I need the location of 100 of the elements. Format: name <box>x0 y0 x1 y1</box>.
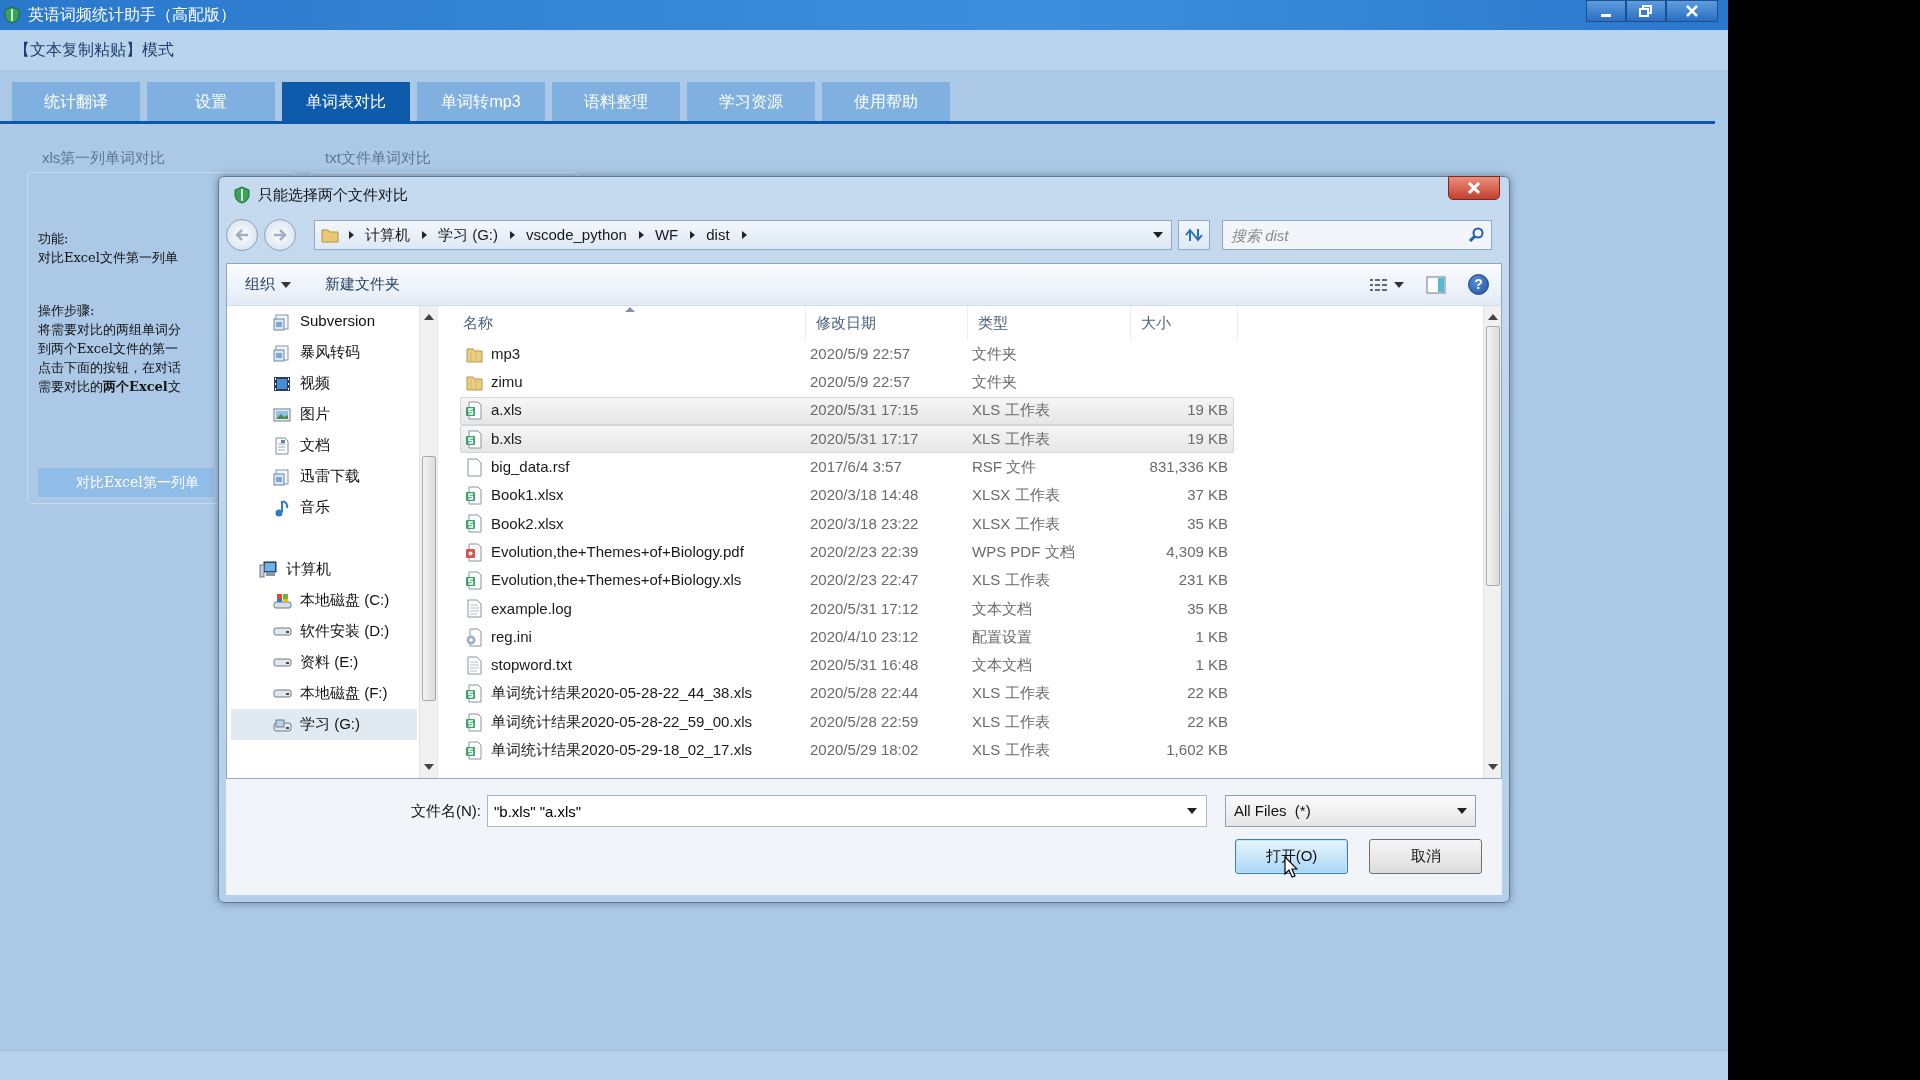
file-row[interactable]: Book2.xlsx 2020/3/18 23:22 XLSX 工作表 35 KB <box>460 509 1234 539</box>
restore-button[interactable] <box>1626 0 1666 22</box>
close-icon <box>1685 5 1699 17</box>
view-button[interactable] <box>1370 277 1404 292</box>
file-size: 37 KB <box>1186 485 1229 506</box>
file-size: 231 KB <box>1177 570 1229 591</box>
file-type: XLS 工作表 <box>971 570 1051 591</box>
text-file-icon <box>465 655 483 675</box>
drive-icon <box>273 627 292 636</box>
description-text: 需要对比的两个Excel文 <box>38 378 181 396</box>
file-row[interactable]: Evolution,the+Themes+of+Biology.pdf 2020/2/23 22:39 WPS PDF 文档 4,309 KB <box>460 538 1234 567</box>
library-icon <box>273 343 292 362</box>
nav-item[interactable]: 学习 (G:) <box>231 709 417 740</box>
close-button[interactable] <box>1666 0 1718 22</box>
spreadsheet-icon <box>465 514 483 534</box>
description-text: 到两个Excel文件的第一 <box>38 340 178 358</box>
file-row[interactable]: b.xls 2020/5/31 17:17 XLS 工作表 19 KB <box>460 424 1234 454</box>
view-list-icon <box>1370 277 1388 292</box>
help-button[interactable]: ? <box>1468 274 1489 295</box>
nav-item[interactable]: 软件安装 (D:) <box>231 616 417 647</box>
file-row[interactable]: 单词统计结果2020-05-28-22_59_00.xls 2020/5/28 22:59 XLS 工作表 22 KB <box>460 707 1234 737</box>
chevron-icon <box>739 229 748 241</box>
close-icon <box>1466 182 1482 194</box>
mode-label: 【文本复制粘贴】模式 <box>14 40 174 60</box>
file-size: 831,336 KB <box>1148 457 1229 478</box>
nav-item[interactable]: 视频 <box>231 368 417 399</box>
file-row[interactable]: zimu 2020/5/9 22:57 文件夹 <box>460 368 1234 397</box>
picture-icon <box>273 405 292 424</box>
file-size: 35 KB <box>1186 598 1229 619</box>
breadcrumb-item[interactable]: 学习 (G:) <box>436 223 500 247</box>
file-name: Evolution,the+Themes+of+Biology.xls <box>491 570 742 591</box>
organize-button[interactable]: 组织 <box>245 273 291 296</box>
description-text: 将需要对比的两组单词分 <box>38 321 181 339</box>
caret-icon <box>1394 281 1404 288</box>
breadcrumb-item[interactable]: dist <box>704 223 732 247</box>
nav-item[interactable]: 资料 (E:) <box>231 647 417 678</box>
file-name: reg.ini <box>491 626 532 647</box>
nav-item[interactable]: 迅雷下载 <box>231 461 417 492</box>
file-size: 1 KB <box>1194 655 1229 676</box>
drive-icon <box>273 658 292 667</box>
file-name: mp3 <box>491 343 521 364</box>
tab[interactable]: 单词表对比 <box>282 82 410 121</box>
preview-pane-icon <box>1426 275 1446 294</box>
modified-date: 2020/5/9 22:57 <box>809 372 912 393</box>
file-row[interactable]: Evolution,the+Themes+of+Biology.xls 2020/2/23 22:47 XLS 工作表 231 KB <box>460 566 1234 595</box>
file-row[interactable]: example.log 2020/5/31 17:12 文本文档 35 KB <box>460 594 1234 623</box>
nav-item[interactable]: 音乐 <box>231 492 417 523</box>
file-size: 1,602 KB <box>1165 740 1229 761</box>
new-folder-button[interactable]: 新建文件夹 <box>325 273 400 296</box>
file-row[interactable]: reg.ini 2020/4/10 23:12 配置设置 1 KB <box>460 622 1234 652</box>
refresh-button[interactable] <box>1178 220 1210 250</box>
file-row[interactable]: 单词统计结果2020-05-29-18_02_17.xls 2020/5/29 18:02 XLS 工作表 1,602 KB <box>460 736 1234 765</box>
file-type-select[interactable]: All Files (*) <box>1225 795 1476 827</box>
description-text: 对比Excel文件第一列单 <box>38 249 178 267</box>
scroll-up-arrow-icon[interactable] <box>423 314 434 320</box>
close-button[interactable] <box>1448 176 1500 200</box>
scrollbar[interactable] <box>419 306 437 778</box>
modified-date: 2020/3/18 23:22 <box>809 513 920 534</box>
filename-field[interactable]: "b.xls" "a.xls" <box>487 795 1207 827</box>
column-header[interactable]: 类型 <box>968 306 1131 340</box>
scroll-up-arrow-icon[interactable] <box>1487 314 1498 320</box>
group-title: txt文件单词对比 <box>324 151 431 165</box>
modified-date: 2020/3/18 14:48 <box>809 485 920 506</box>
file-type: WPS PDF 文档 <box>971 541 1076 562</box>
description-text: 点击下面的按钮，在对话 <box>38 359 181 377</box>
scrollbar[interactable] <box>1483 306 1501 778</box>
file-size: 1 KB <box>1194 626 1229 647</box>
modified-date: 2020/2/23 22:47 <box>809 570 920 591</box>
search-field[interactable]: 搜索 dist <box>1222 220 1492 250</box>
cancel-button[interactable]: 取消 <box>1369 839 1482 874</box>
file-name: Book1.xlsx <box>491 485 564 506</box>
nav-item[interactable]: 本地磁盘 (F:) <box>231 678 417 709</box>
breadcrumb-item[interactable]: WF <box>652 223 681 247</box>
breadcrumb-item[interactable]: vscode_python <box>524 223 629 247</box>
file-name: a.xls <box>491 400 522 421</box>
nav-item[interactable]: 暴风转码 <box>231 337 417 368</box>
minimize-button[interactable] <box>1586 0 1626 22</box>
file-row[interactable]: stopword.txt 2020/5/31 16:48 文本文档 1 KB <box>460 651 1234 680</box>
nav-item[interactable]: Subversion <box>231 306 417 337</box>
file-row[interactable]: Book1.xlsx 2020/3/18 14:48 XLSX 工作表 37 KB <box>460 481 1234 510</box>
file-row[interactable]: a.xls 2020/5/31 17:15 XLS 工作表 19 KB <box>460 396 1234 425</box>
restore-icon <box>1639 5 1653 17</box>
column-header[interactable]: 大小 <box>1131 306 1238 340</box>
chevron-icon <box>688 229 697 241</box>
file-row[interactable]: mp3 2020/5/9 22:57 文件夹 <box>460 340 1234 369</box>
file-name: Evolution,the+Themes+of+Biology.pdf <box>491 541 744 562</box>
nav-item[interactable]: 本地磁盘 (C:) <box>231 585 417 616</box>
nav-item[interactable]: 计算机 <box>231 554 417 585</box>
scroll-down-arrow-icon[interactable] <box>423 764 434 770</box>
column-header[interactable]: 修改日期 <box>806 306 968 340</box>
file-row[interactable]: 单词统计结果2020-05-28-22_44_38.xls 2020/5/28 22:44 XLS 工作表 22 KB <box>460 679 1234 708</box>
nav-item[interactable]: 图片 <box>231 399 417 430</box>
nav-item[interactable]: 文档 <box>231 430 417 461</box>
dropdown-caret-icon[interactable] <box>1187 808 1197 814</box>
dropdown-caret-icon[interactable] <box>1153 232 1163 238</box>
breadcrumb-item[interactable]: 计算机 <box>363 223 412 247</box>
file-type: 文件夹 <box>971 372 1018 393</box>
scroll-down-arrow-icon[interactable] <box>1487 764 1498 770</box>
file-row[interactable]: big_data.rsf 2017/6/4 3:57 RSF 文件 831,336 KB <box>460 453 1234 482</box>
file-size: 35 KB <box>1186 513 1229 534</box>
